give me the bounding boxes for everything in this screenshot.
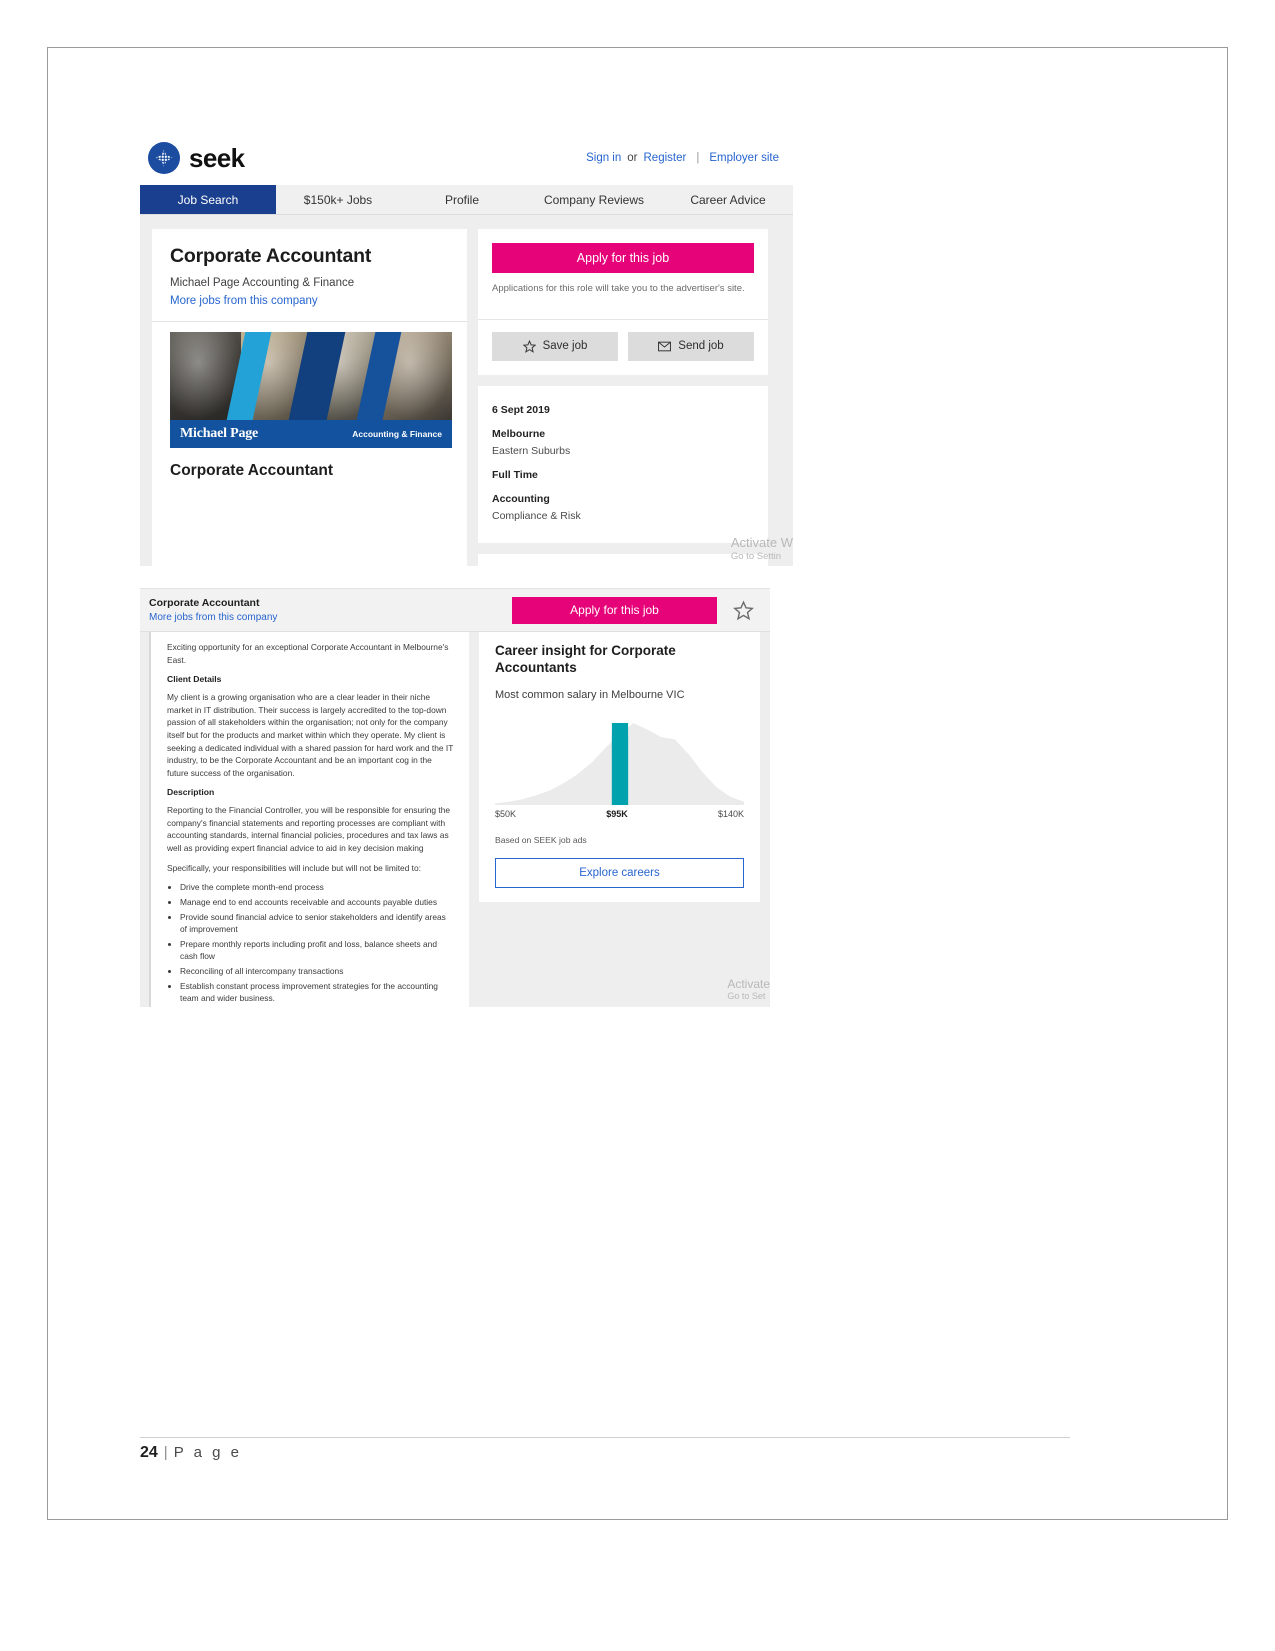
banner-tagline: Accounting & Finance [352, 429, 442, 439]
banner-brand-bar: Michael Page Accounting & Finance [170, 420, 452, 448]
watermark-line-2: Go to Settin [730, 550, 782, 562]
salary-distribution-chart [495, 719, 744, 805]
advertiser-banner: Michael Page Accounting & Finance Corpor… [170, 332, 452, 486]
sticky-more-jobs-link[interactable]: More jobs from this company [149, 612, 277, 623]
axis-tick-max: $140K [717, 808, 744, 819]
watermark-line-1: Activate W [730, 535, 793, 551]
seek-logo[interactable]: seek [148, 142, 245, 174]
seek-job-page-screenshot-top: seek Sign in or Register | Employer site… [140, 131, 793, 566]
job-sub-classification: Compliance & Risk [492, 509, 581, 522]
career-insight-subtitle: Most common salary in Melbourne VIC [495, 688, 685, 701]
job-classification: Accounting [492, 492, 550, 505]
more-jobs-link[interactable]: More jobs from this company [170, 295, 449, 307]
send-job-button[interactable]: Send job [628, 331, 754, 361]
save-job-button[interactable]: Save job [492, 331, 618, 361]
job-area: Eastern Suburbs [492, 444, 571, 457]
sticky-job-bar: Corporate Accountant More jobs from this… [140, 589, 770, 632]
tab-job-search[interactable]: Job Search [140, 185, 276, 214]
job-description-column: Exciting opportunity for an exceptional … [149, 632, 469, 1007]
salary-chart-svg [495, 722, 744, 805]
sticky-bar-actions: Apply for this job [512, 596, 754, 624]
career-insight-column: Career insight for Corporate Accountants… [469, 632, 770, 1007]
tab-career-advice[interactable]: Career Advice [664, 185, 792, 214]
apply-card: Apply for this job Applications for this… [478, 229, 768, 375]
responsibilities-list: Drive the complete month-end process Man… [180, 881, 455, 1007]
axis-tick-min: $50K [495, 808, 517, 819]
top-account-links: Sign in or Register | Employer site [586, 152, 779, 164]
axis-tick-highlight: $95K [606, 808, 628, 819]
job-company-name: Michael Page Accounting & Finance [170, 277, 355, 289]
banner-photo-strip [170, 332, 452, 420]
list-item: Prepare monthly reports including profit… [180, 938, 455, 963]
job-work-type: Full Time [492, 468, 538, 481]
seek-page-body: Corporate Accountant Michael Page Accoun… [140, 215, 793, 566]
save-job-label: Save job [542, 340, 588, 353]
responsibilities-lead: Specifically, your responsibilities will… [167, 862, 421, 873]
sticky-bar-text: Corporate Accountant More jobs from this… [149, 597, 277, 623]
watermark-line-2: Go to Set [727, 991, 766, 1002]
explore-careers-button[interactable]: Explore careers [495, 857, 744, 888]
seek-circle-logo-icon [148, 142, 180, 174]
career-insight-title: Career insight for Corporate Accountants [495, 643, 676, 675]
sign-in-link[interactable]: Sign in [586, 152, 621, 164]
page-title: Corporate Accountant [170, 245, 372, 267]
send-job-label: Send job [678, 340, 724, 353]
list-item: Manage end to end accounts receivable an… [180, 896, 455, 909]
seek-job-page-screenshot-bottom: Corporate Accountant More jobs from this… [140, 588, 770, 1007]
star-icon [522, 339, 536, 353]
seek-top-bar: seek Sign in or Register | Employer site [140, 131, 793, 185]
footer-page-label: P a g e [173, 1444, 242, 1461]
client-details-body: My client is a growing organisation who … [167, 692, 454, 778]
description-heading: Description [167, 787, 215, 798]
job-actions-column: Apply for this job Applications for this… [478, 229, 768, 566]
footer-divider [140, 1437, 1070, 1438]
tab-company-reviews[interactable]: Company Reviews [524, 185, 664, 214]
list-item: Reconciling of all intercompany transact… [180, 965, 455, 978]
apply-button[interactable]: Apply for this job [492, 243, 754, 273]
job-location: Melbourne [492, 427, 546, 440]
footer-separator: | [163, 1444, 168, 1461]
star-icon[interactable] [733, 599, 754, 621]
activate-windows-watermark-top: Activate W Go to Settin [731, 535, 793, 562]
posted-date: 6 Sept 2019 [492, 403, 550, 416]
job-header: Corporate Accountant Michael Page Accoun… [152, 229, 467, 322]
watermark-line-1: Activate [727, 976, 770, 991]
links-separator: | [696, 152, 700, 164]
list-item: Drive the complete month-end process [180, 881, 455, 894]
tab-150k-jobs[interactable]: $150k+ Jobs [276, 185, 400, 214]
activate-windows-watermark-bottom: Activate Go to Set [727, 977, 770, 1002]
apply-note: Applications for this role will take you… [492, 283, 745, 294]
tab-profile[interactable]: Profile [400, 185, 524, 214]
list-item: Establish constant process improvement s… [180, 980, 455, 1005]
insight-empty-space [469, 915, 770, 1007]
client-details-heading: Client Details [167, 674, 222, 685]
or-text: or [627, 152, 638, 164]
register-link[interactable]: Register [644, 152, 687, 164]
banner-headline: Corporate Accountant [170, 462, 334, 479]
footer-page-number: 24 [140, 1444, 158, 1461]
chart-source-note: Based on SEEK job ads [495, 834, 587, 845]
michael-page-logo: Michael Page [180, 426, 259, 441]
employer-site-link[interactable]: Employer site [709, 152, 779, 164]
job-detail-column: Corporate Accountant Michael Page Accoun… [152, 229, 467, 566]
page-footer: 24 | P a g e [140, 1444, 242, 1462]
envelope-icon [658, 341, 672, 352]
salary-axis-labels: $50K $95K $140K [495, 809, 744, 819]
job-content-area: Exciting opportunity for an exceptional … [140, 632, 770, 1007]
seek-main-nav: Job Search $150k+ Jobs Profile Company R… [140, 185, 793, 215]
sticky-job-title: Corporate Accountant [149, 597, 260, 609]
description-intro: Exciting opportunity for an exceptional … [167, 642, 449, 665]
career-insight-card: Career insight for Corporate Accountants… [479, 632, 760, 902]
job-meta-card: 6 Sept 2019 Melbourne Eastern Suburbs Fu… [478, 385, 768, 543]
seek-wordmark: seek [189, 142, 245, 173]
description-body: Reporting to the Financial Controller, y… [167, 805, 451, 854]
career-insight-card-peek: Career insight for Corporate [478, 553, 768, 566]
list-item: Provide sound financial advice to senior… [180, 911, 455, 936]
apply-button-sticky[interactable]: Apply for this job [512, 596, 717, 624]
